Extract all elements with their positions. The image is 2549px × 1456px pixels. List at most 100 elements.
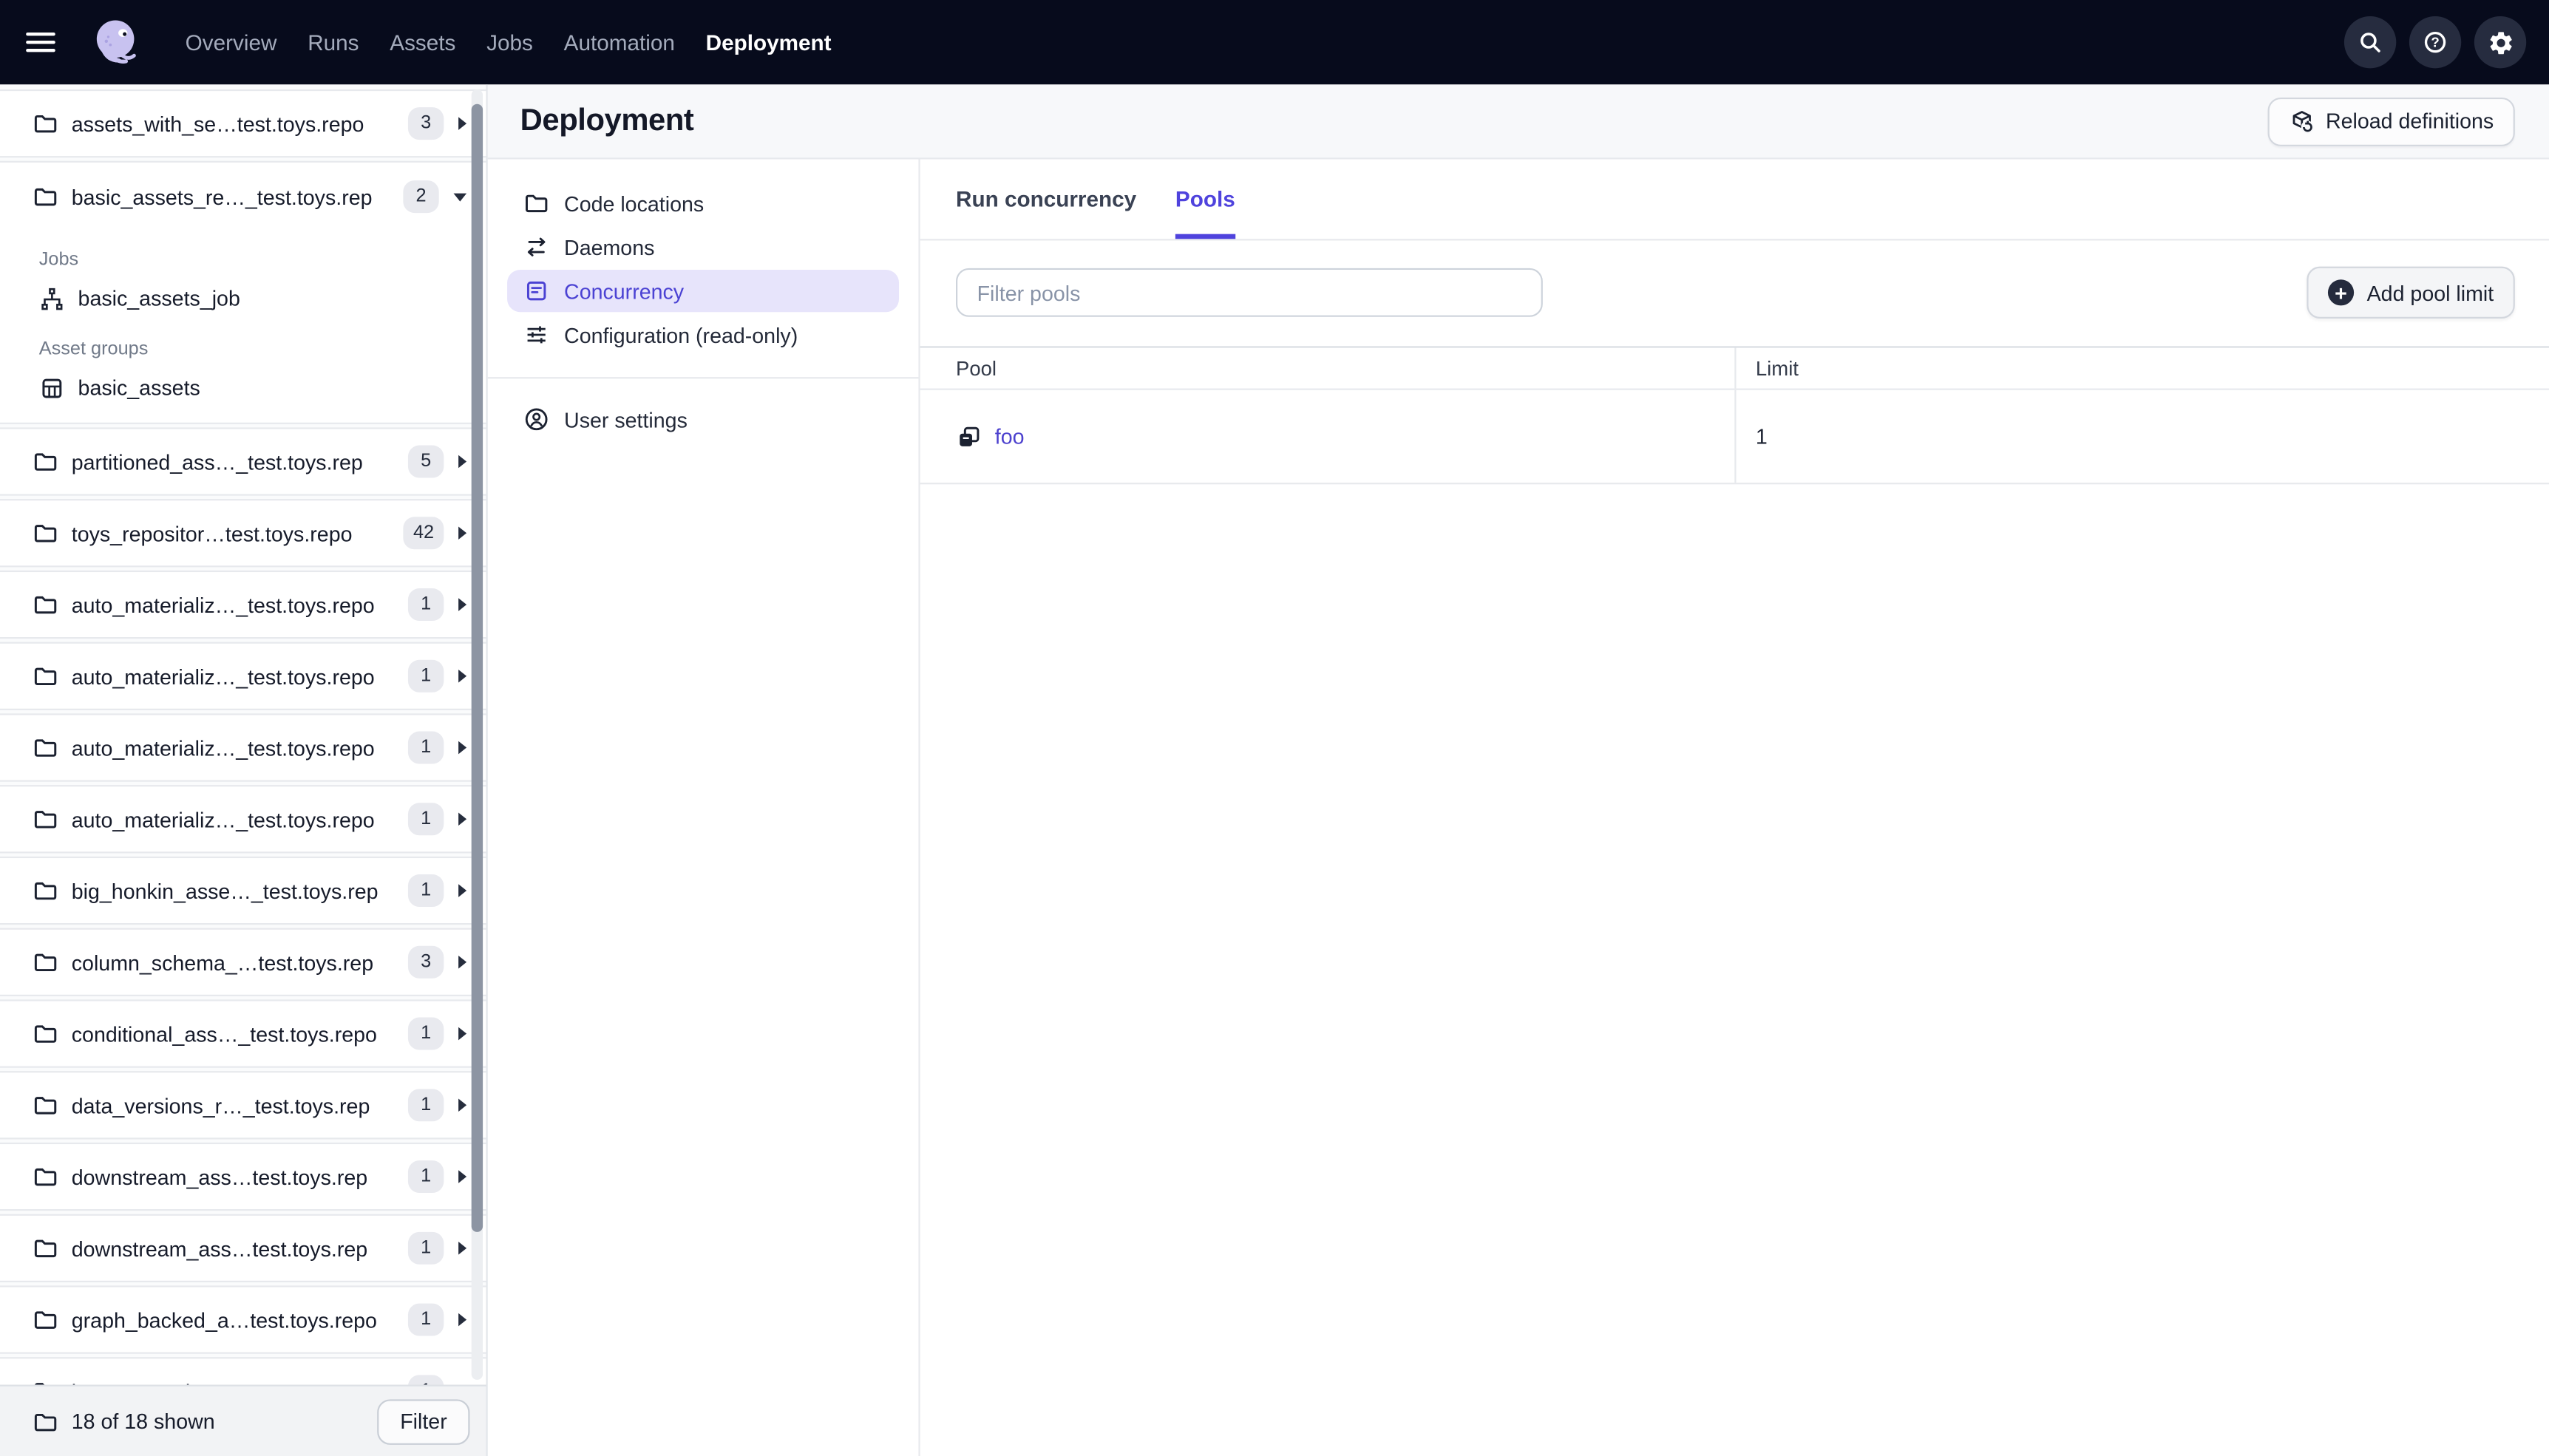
asset-group-name: basic_assets — [78, 375, 200, 400]
asset-count-badge: 1 — [407, 1017, 444, 1050]
code-location-row[interactable]: auto_materializ…_test.toys.repo 1 — [0, 642, 486, 710]
deployment-nav-daemons[interactable]: Daemons — [507, 226, 899, 268]
sidebar-footer: 18 of 18 shown Filter — [0, 1384, 486, 1456]
asset-count-badge: 1 — [407, 1231, 444, 1265]
nav-divider — [487, 377, 919, 379]
expand-chevron-icon[interactable] — [458, 1170, 467, 1183]
collapse-chevron-icon[interactable] — [453, 192, 467, 201]
code-location-row[interactable]: auto_materializ…_test.toys.repo 1 — [0, 713, 486, 782]
filter-pools-input[interactable] — [956, 268, 1543, 317]
deployment-nav-label: Concurrency — [564, 279, 685, 304]
code-location-row[interactable]: partitioned_ass…_test.toys.rep 5 — [0, 427, 486, 496]
folder-icon — [33, 520, 58, 546]
code-location-name: long_asset_keys…test.toys.rep — [72, 1379, 408, 1385]
expand-chevron-icon[interactable] — [458, 117, 467, 130]
expand-chevron-icon[interactable] — [458, 1098, 467, 1112]
code-location-group-expanded: basic_assets_re…_test.toys.rep 2 Jobs ba… — [0, 160, 486, 424]
pool-icon — [956, 423, 982, 449]
code-location-row[interactable]: big_honkin_asse…_test.toys.rep 1 — [0, 856, 486, 925]
code-location-name: downstream_ass…test.toys.rep — [71, 1164, 368, 1189]
code-location-row[interactable]: column_schema_…test.toys.rep 3 — [0, 928, 486, 996]
nav-link-automation[interactable]: Automation — [564, 30, 675, 55]
expand-chevron-icon[interactable] — [458, 669, 467, 683]
deployment-nav-code-locations[interactable]: Code locations — [507, 182, 899, 224]
filter-button[interactable]: Filter — [377, 1398, 470, 1444]
jobs-section-label: Jobs — [38, 250, 79, 271]
deployment-nav-label: Configuration (read-only) — [564, 322, 798, 347]
code-location-row[interactable]: conditional_ass…_test.toys.repo 1 — [0, 999, 486, 1068]
folder-icon — [33, 735, 58, 761]
nav-link-runs[interactable]: Runs — [308, 30, 359, 55]
code-location-row[interactable]: auto_materializ…_test.toys.repo 1 — [0, 570, 486, 639]
code-location-list: assets_with_se…test.toys.repo 3 basic_as… — [0, 84, 486, 1385]
pool-link-foo[interactable]: foo — [995, 424, 1025, 449]
asset-groups-section-label: Asset groups — [38, 339, 149, 359]
nav-link-overview[interactable]: Overview — [186, 30, 277, 55]
dagster-logo-icon[interactable] — [88, 15, 143, 70]
search-button[interactable] — [2343, 16, 2397, 69]
search-icon — [2358, 30, 2383, 55]
menu-icon[interactable] — [26, 19, 72, 65]
pool-table-row: foo 1 — [920, 389, 2549, 485]
code-location-row[interactable]: toys_repositor…test.toys.repo 42 — [0, 499, 486, 568]
pool-limit-value: 1 — [1755, 423, 1768, 449]
code-location-row[interactable]: long_asset_keys…test.toys.rep 1 — [0, 1357, 486, 1385]
expand-chevron-icon[interactable] — [458, 526, 467, 540]
code-location-row[interactable]: graph_backed_a…test.toys.repo 1 — [0, 1285, 486, 1354]
pools-table: Pool Limit foo 1 — [920, 346, 2549, 485]
code-location-name: auto_materializ…_test.toys.repo — [71, 735, 375, 761]
nav-actions — [2343, 16, 2527, 69]
add-pool-limit-button[interactable]: + Add pool limit — [2307, 266, 2515, 319]
settings-button[interactable] — [2474, 16, 2527, 69]
pools-table-header: Pool Limit — [920, 346, 2549, 390]
reload-definitions-button[interactable]: Reload definitions — [2267, 96, 2515, 146]
folder-icon — [33, 1378, 58, 1385]
page-header: Deployment Reload definitions — [487, 84, 2549, 160]
help-icon — [2422, 30, 2448, 55]
asset-group-icon — [39, 375, 65, 401]
nav-link-assets[interactable]: Assets — [390, 30, 455, 55]
code-location-row[interactable]: assets_with_se…test.toys.repo 3 — [0, 89, 486, 158]
nav-link-jobs[interactable]: Jobs — [486, 30, 533, 55]
tab-run-concurrency[interactable]: Run concurrency — [956, 160, 1136, 239]
help-button[interactable] — [2409, 16, 2462, 69]
code-location-row[interactable]: downstream_ass…test.toys.rep 1 — [0, 1214, 486, 1282]
main-nav: Overview Runs Assets Jobs Automation Dep… — [186, 30, 832, 55]
daemons-icon — [523, 234, 549, 260]
job-name: basic_assets_job — [78, 286, 240, 311]
nav-link-deployment[interactable]: Deployment — [706, 30, 832, 55]
asset-count-badge: 1 — [407, 731, 444, 764]
deployment-nav-concurrency[interactable]: Concurrency — [507, 270, 900, 313]
expand-chevron-icon[interactable] — [458, 1027, 467, 1041]
asset-count-badge: 1 — [407, 1375, 444, 1385]
folder-icon — [33, 663, 58, 689]
gear-icon — [2486, 28, 2514, 55]
expand-chevron-icon[interactable] — [458, 812, 467, 826]
expand-chevron-icon[interactable] — [458, 956, 467, 969]
tab-pools[interactable]: Pools — [1175, 160, 1235, 239]
expand-chevron-icon[interactable] — [458, 598, 467, 611]
code-location-name: partitioned_ass…_test.toys.rep — [71, 449, 363, 474]
deployment-nav-label: Daemons — [564, 234, 655, 259]
folder-icon — [523, 190, 549, 216]
folder-icon — [33, 949, 58, 975]
code-location-name: toys_repositor…test.toys.repo — [71, 520, 353, 545]
expand-chevron-icon[interactable] — [458, 1313, 467, 1327]
main-panel: Deployment Reload definitions Code locat… — [487, 84, 2549, 1456]
expand-chevron-icon[interactable] — [458, 1242, 467, 1255]
code-location-row[interactable]: basic_assets_re…_test.toys.rep 2 — [0, 163, 486, 231]
code-location-row[interactable]: auto_materializ…_test.toys.repo 1 — [0, 785, 486, 854]
expand-chevron-icon[interactable] — [458, 884, 467, 897]
folder-icon — [33, 111, 58, 137]
asset-count-badge: 2 — [403, 180, 439, 214]
code-location-row[interactable]: downstream_ass…test.toys.rep 1 — [0, 1142, 486, 1211]
deployment-nav-configuration[interactable]: Configuration (read-only) — [507, 313, 899, 356]
code-location-row[interactable]: data_versions_r…_test.toys.rep 1 — [0, 1071, 486, 1140]
asset-group-list-item[interactable]: basic_assets — [0, 366, 486, 409]
deployment-nav-user-settings[interactable]: User settings — [507, 398, 899, 440]
expand-chevron-icon[interactable] — [458, 741, 467, 755]
folder-icon — [33, 1021, 58, 1047]
scrollbar-thumb[interactable] — [471, 103, 483, 1232]
job-list-item[interactable]: basic_assets_job — [0, 276, 486, 320]
expand-chevron-icon[interactable] — [458, 455, 467, 469]
